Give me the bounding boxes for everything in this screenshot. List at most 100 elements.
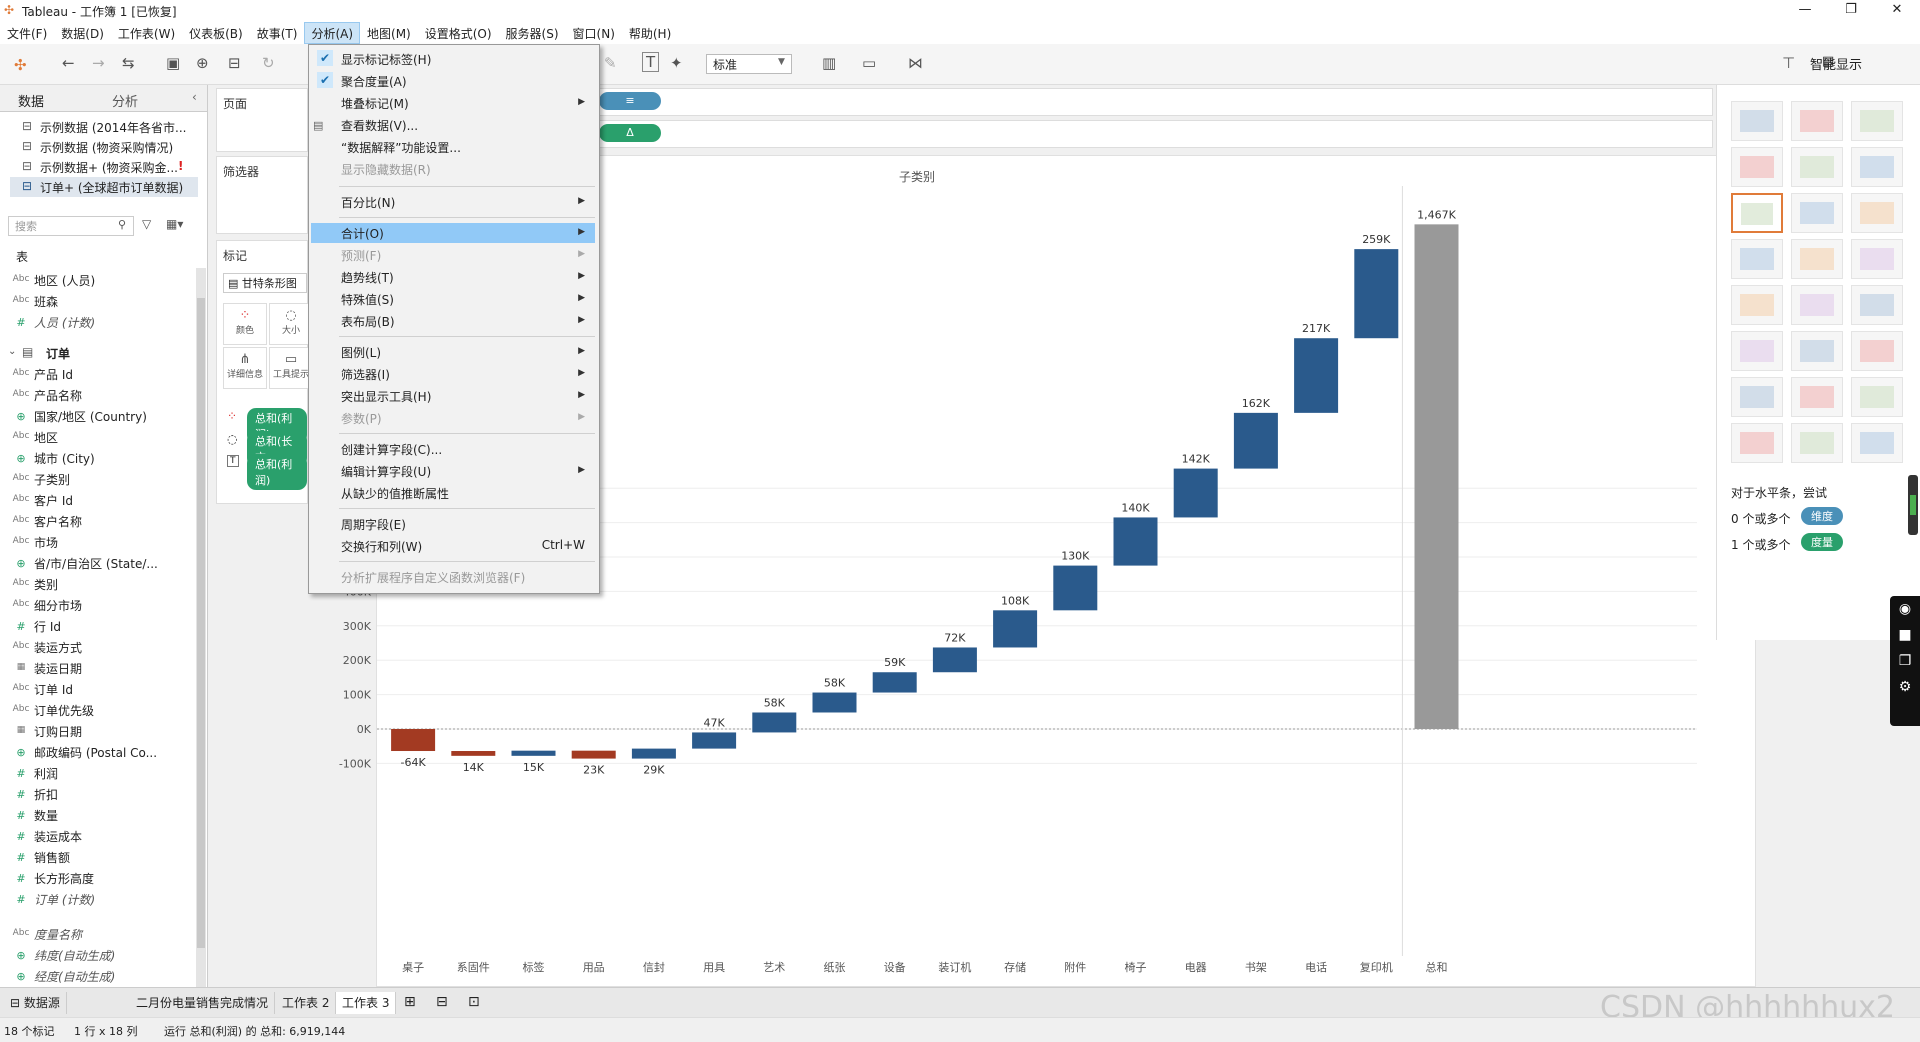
chart-type-thumbnail[interactable] (1851, 285, 1903, 325)
show-cards-icon[interactable]: ▥ (822, 54, 836, 72)
field-item[interactable]: 产品名称 (34, 387, 194, 404)
close-button[interactable]: ✕ (1874, 0, 1920, 22)
tableau-home-icon[interactable]: ✣ (14, 56, 27, 74)
share-icon[interactable]: ⋈ (908, 54, 923, 72)
menu-item[interactable]: 特殊值(S) (341, 291, 394, 308)
tooltip-icon[interactable]: ⊤ (1782, 54, 1795, 72)
chart-type-thumbnail[interactable] (1851, 423, 1903, 463)
menu-item[interactable]: 图例(L) (341, 344, 381, 361)
tab-sheet-active[interactable]: 工作表 3 (336, 992, 397, 1014)
menu-item[interactable]: 聚合度量(A) (341, 73, 407, 90)
field-item[interactable]: 行 Id (34, 618, 194, 635)
datasource-item[interactable]: 示例数据 (物资采购情况) (40, 139, 220, 156)
field-item[interactable]: 纬度(自动生成) (34, 947, 194, 964)
field-item[interactable]: 子类别 (34, 471, 194, 488)
gear-icon[interactable]: ⚙ (1890, 674, 1920, 700)
chart-type-thumbnail[interactable] (1791, 239, 1843, 279)
menu-item[interactable]: 显示标记标签(H) (341, 51, 431, 68)
field-item[interactable]: 邮政编码 (Postal Co... (34, 744, 194, 761)
menu-map[interactable]: 地图(M) (360, 22, 418, 44)
chart-type-thumbnail[interactable] (1851, 239, 1903, 279)
menu-item[interactable]: 参数(P) (341, 410, 382, 427)
new-story-icon[interactable]: ⊡ (468, 994, 480, 1010)
field-item[interactable]: 经度(自动生成) (34, 968, 194, 985)
menu-dashboard[interactable]: 仪表板(B) (182, 22, 250, 44)
video-icon[interactable]: ■ (1890, 622, 1920, 648)
field-item[interactable]: 人员 (计数) (34, 314, 194, 331)
search-input[interactable]: 搜索 (8, 216, 134, 236)
field-item[interactable]: 度量名称 (34, 926, 194, 943)
menu-window[interactable]: 窗口(N) (566, 22, 622, 44)
field-item[interactable]: 国家/地区 (Country) (34, 408, 194, 425)
field-item[interactable]: 装运日期 (34, 660, 194, 677)
field-item[interactable]: 订购日期 (34, 723, 194, 740)
chart-type-thumbnail[interactable] (1731, 239, 1783, 279)
chart-type-thumbnail[interactable] (1731, 423, 1783, 463)
menu-item[interactable]: “数据解释”功能设置... (341, 139, 461, 156)
menu-analysis[interactable]: 分析(A) (304, 22, 361, 44)
expand-orders-icon[interactable]: ⌄ (8, 346, 16, 357)
menu-item[interactable]: 创建计算字段(C)... (341, 441, 442, 458)
mark-type-select[interactable]: ▤ 甘特条形图 (223, 273, 307, 293)
field-item[interactable]: 班森 (34, 293, 194, 310)
color-button[interactable]: ⁘ 颜色 (223, 303, 267, 345)
field-item[interactable]: 细分市场 (34, 597, 194, 614)
field-item[interactable]: 类别 (34, 576, 194, 593)
menu-item[interactable]: 查看数据(V)... (341, 117, 418, 134)
chart-type-thumbnail[interactable] (1851, 331, 1903, 371)
field-item[interactable]: 客户 Id (34, 492, 194, 509)
menu-item[interactable]: 突出显示工具(H) (341, 388, 431, 405)
data-pane-scrollbar[interactable] (196, 268, 206, 988)
restore-button[interactable]: ❐ (1828, 0, 1874, 22)
field-item[interactable]: 装运方式 (34, 639, 194, 656)
datasource-icon[interactable]: ⊟ (228, 54, 241, 72)
tab-datasource[interactable]: ⊟ 数据源 (4, 992, 67, 1014)
menu-server[interactable]: 服务器(S) (499, 22, 566, 44)
chart-type-thumbnail[interactable] (1731, 285, 1783, 325)
chart-type-thumbnail[interactable] (1791, 331, 1843, 371)
menu-story[interactable]: 故事(T) (250, 22, 305, 44)
chart-type-thumbnail[interactable] (1851, 147, 1903, 187)
minimize-button[interactable]: — (1782, 0, 1828, 22)
menu-item[interactable]: 周期字段(E) (341, 516, 406, 533)
field-item[interactable]: 订单 Id (34, 681, 194, 698)
tab-sheet[interactable]: 二月份电量销售完成情况 (130, 992, 276, 1014)
datasource-item[interactable]: 示例数据+ (物资采购金... (40, 159, 180, 176)
field-item[interactable]: 地区 (人员) (34, 272, 194, 289)
new-worksheet-icon[interactable]: ⊞ (404, 994, 416, 1010)
filters-card[interactable]: 筛选器 (216, 156, 308, 234)
chart-type-thumbnail[interactable] (1791, 423, 1843, 463)
tab-data[interactable]: 数据 (18, 91, 44, 110)
presentation-icon[interactable]: ▭ (862, 54, 876, 72)
size-button[interactable]: ◌ 大小 (269, 303, 313, 345)
menu-item[interactable]: 显示隐藏数据(R) (341, 161, 431, 178)
view-options-icon[interactable]: ▦▾ (166, 217, 183, 231)
tooltip-button[interactable]: ▭ 工具提示 (269, 347, 313, 389)
field-item[interactable]: 折扣 (34, 786, 194, 803)
datasource-item-active[interactable]: 订单+ (全球超市订单数据) (40, 179, 220, 196)
menu-item[interactable]: 交换行和列(W) (341, 538, 422, 555)
chart-type-thumbnail[interactable] (1791, 285, 1843, 325)
field-item[interactable]: 长方形高度 (34, 870, 194, 887)
pin-icon[interactable]: ✦ (670, 54, 683, 72)
menu-item[interactable]: 预测(F) (341, 247, 381, 264)
refresh-icon[interactable]: ↻ (262, 54, 275, 72)
chart-type-thumbnail[interactable] (1731, 101, 1783, 141)
undo-icon[interactable]: ← (62, 54, 75, 72)
menu-item[interactable]: 堆叠标记(M) (341, 95, 409, 112)
menu-item[interactable]: 百分比(N) (341, 194, 395, 211)
field-item[interactable]: 城市 (City) (34, 450, 194, 467)
side-handle[interactable] (1908, 475, 1918, 535)
menu-item[interactable]: 趋势线(T) (341, 269, 394, 286)
window-icon[interactable]: ❐ (1890, 648, 1920, 674)
field-item[interactable]: 订单 (计数) (34, 891, 194, 908)
chart-type-thumbnail[interactable] (1791, 193, 1843, 233)
camera-icon[interactable]: ◉ (1890, 596, 1920, 622)
pages-card[interactable]: 页面 (216, 88, 308, 152)
chart-type-thumbnail[interactable] (1851, 377, 1903, 417)
chart-type-thumbnail[interactable] (1731, 147, 1783, 187)
menu-item[interactable]: 合计(O) (341, 225, 384, 242)
smart-show-button[interactable]: 智能显示 (1810, 54, 1862, 73)
chart-type-thumbnail[interactable] (1731, 331, 1783, 371)
show-labels-icon[interactable]: T (642, 52, 660, 72)
